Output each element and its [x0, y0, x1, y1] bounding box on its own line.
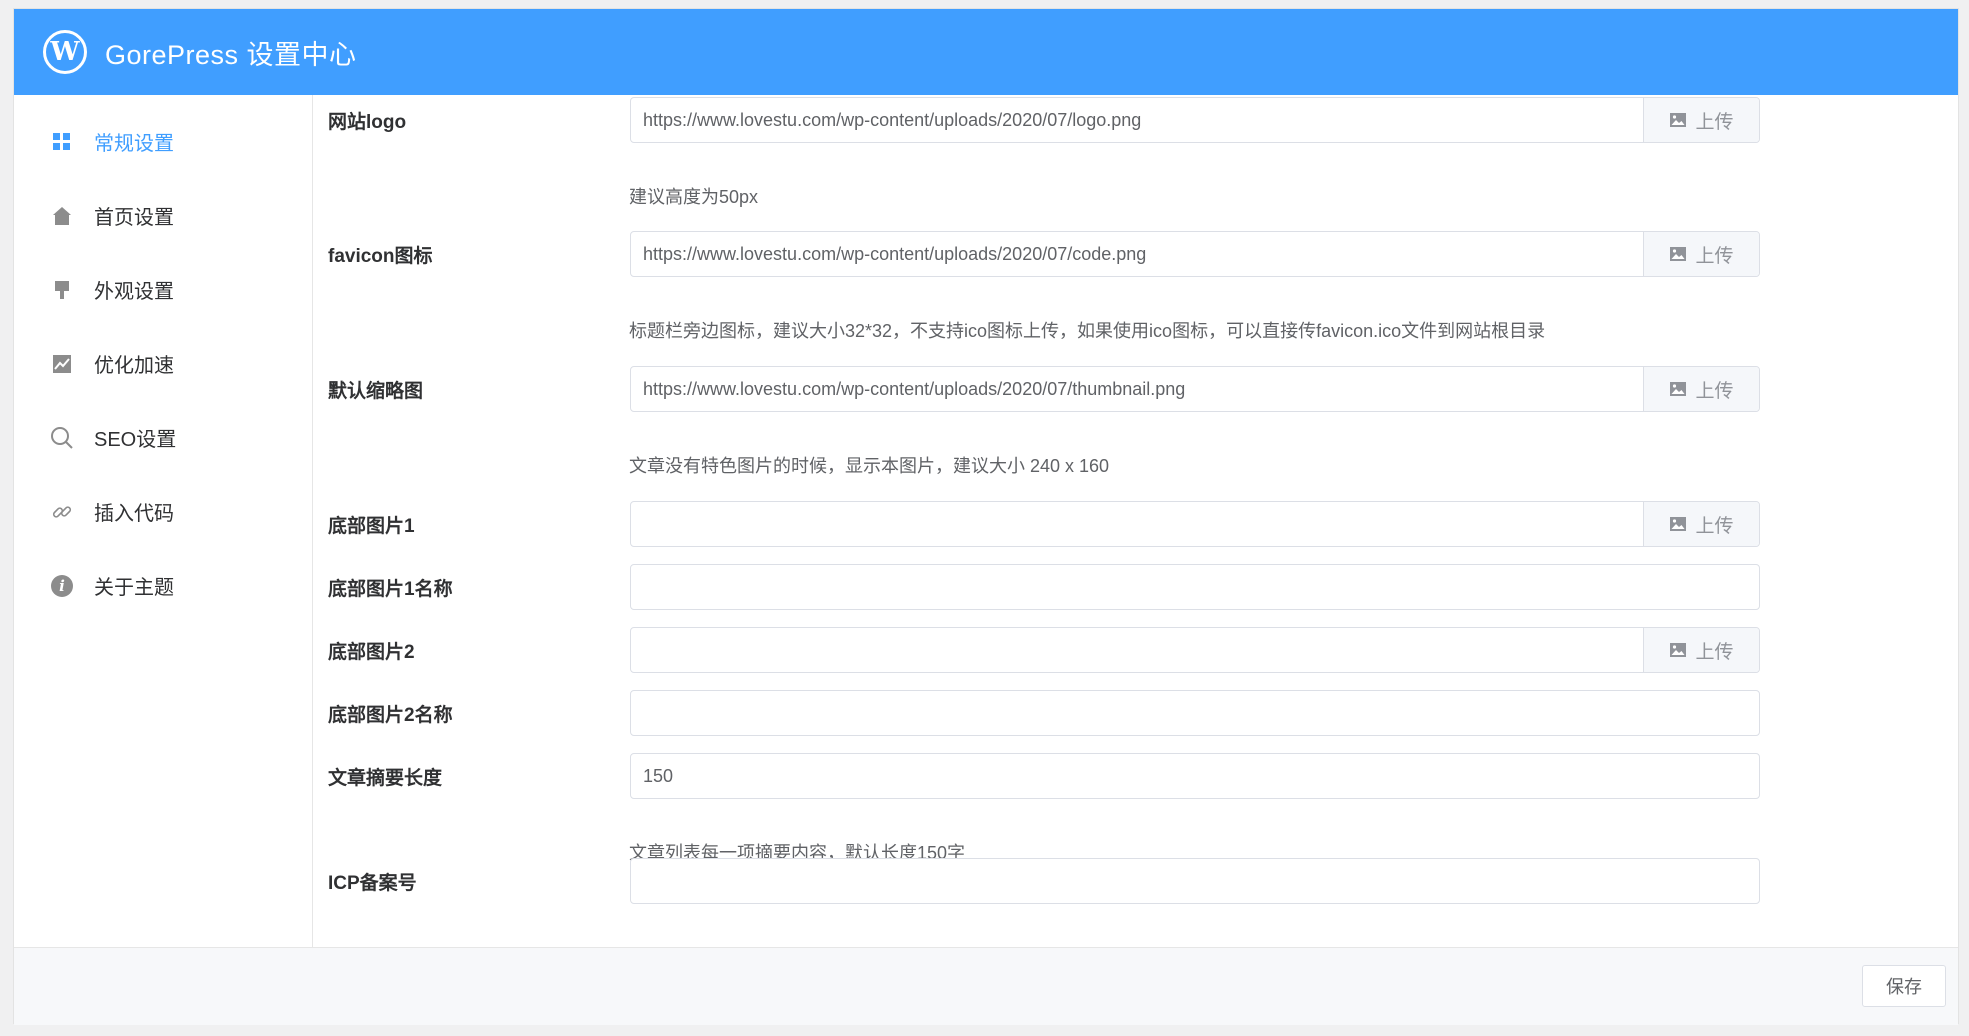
settings-form: 网站logo https://www.lovestu.com/wp-conten…	[313, 95, 1958, 947]
upload-label: 上传	[1695, 245, 1734, 267]
image-icon	[1670, 113, 1687, 127]
thumbnail-upload-button[interactable]: 上传	[1643, 367, 1759, 411]
home-icon	[50, 204, 74, 228]
info-icon: i	[50, 574, 74, 598]
upload-label: 上传	[1695, 380, 1734, 402]
logo-hint: 建议高度为50px	[629, 187, 759, 207]
logo-field[interactable]: https://www.lovestu.com/wp-content/uploa…	[630, 97, 1760, 143]
footer-img2-label: 底部图片2	[328, 642, 415, 663]
footer-img2-field[interactable]: 上传	[630, 627, 1760, 673]
image-icon	[1670, 517, 1687, 531]
image-icon	[1670, 382, 1687, 396]
footer-img2-upload-button[interactable]: 上传	[1643, 628, 1759, 672]
sidebar-item-about[interactable]: i 关于主题	[14, 539, 312, 632]
footer-bar: 保存	[14, 947, 1958, 1025]
icp-label: ICP备案号	[328, 873, 417, 894]
logo-url-input[interactable]: https://www.lovestu.com/wp-content/uploa…	[631, 110, 1643, 131]
thumbnail-label: 默认缩略图	[328, 381, 424, 402]
logo-upload-button[interactable]: 上传	[1643, 98, 1759, 142]
search-icon	[50, 426, 74, 450]
upload-label: 上传	[1695, 641, 1734, 663]
footer-img1-name-label: 底部图片1名称	[328, 579, 453, 600]
sidebar-item-label: 插入代码	[94, 503, 174, 525]
footer-img1-field[interactable]: 上传	[630, 501, 1760, 547]
footer-img1-label: 底部图片1	[328, 516, 415, 537]
sidebar-item-label: SEO设置	[94, 429, 177, 451]
sidebar: 常规设置 首页设置 外观设置 优化加速 SEO设置 插入代码 i 关于主题	[14, 95, 313, 947]
sidebar-item-label: 外观设置	[94, 281, 174, 303]
wordpress-logo-icon: W	[43, 30, 87, 74]
excerpt-length-label: 文章摘要长度	[328, 768, 443, 789]
chart-icon	[50, 352, 74, 376]
thumbnail-field[interactable]: https://www.lovestu.com/wp-content/uploa…	[630, 366, 1760, 412]
settings-window: W GorePress 设置中心 常规设置 首页设置 外观设置 优化加速 SEO…	[13, 8, 1959, 1025]
favicon-field[interactable]: https://www.lovestu.com/wp-content/uploa…	[630, 231, 1760, 277]
sidebar-item-label: 关于主题	[94, 577, 174, 599]
icp-field[interactable]	[630, 858, 1760, 904]
excerpt-length-input[interactable]: 150	[631, 766, 1759, 787]
favicon-hint: 标题栏旁边图标，建议大小32*32，不支持ico图标上传，如果使用ico图标，可…	[629, 321, 1546, 341]
sidebar-item-label: 首页设置	[94, 207, 174, 229]
footer-img1-name-field[interactable]	[630, 564, 1760, 610]
image-icon	[1670, 247, 1687, 261]
footer-img2-name-label: 底部图片2名称	[328, 705, 453, 726]
favicon-upload-button[interactable]: 上传	[1643, 232, 1759, 276]
thumbnail-hint: 文章没有特色图片的时候，显示本图片，建议大小 240 x 160	[629, 456, 1110, 476]
grid-icon	[50, 130, 74, 154]
thumbnail-url-input[interactable]: https://www.lovestu.com/wp-content/uploa…	[631, 379, 1643, 400]
save-button[interactable]: 保存	[1862, 965, 1946, 1007]
favicon-label: favicon图标	[328, 246, 433, 267]
sidebar-item-label: 优化加速	[94, 355, 174, 377]
logo-label: 网站logo	[328, 112, 407, 133]
page-title: GorePress 设置中心	[105, 39, 357, 70]
excerpt-length-field[interactable]: 150	[630, 753, 1760, 799]
footer-img2-name-field[interactable]	[630, 690, 1760, 736]
sidebar-item-label: 常规设置	[94, 133, 174, 155]
upload-label: 上传	[1695, 515, 1734, 537]
upload-label: 上传	[1695, 111, 1734, 133]
svg-text:i: i	[59, 577, 65, 595]
paint-brush-icon	[50, 278, 74, 302]
favicon-url-input[interactable]: https://www.lovestu.com/wp-content/uploa…	[631, 244, 1643, 265]
header-bar: W GorePress 设置中心	[14, 9, 1958, 95]
image-icon	[1670, 643, 1687, 657]
footer-img1-upload-button[interactable]: 上传	[1643, 502, 1759, 546]
link-icon	[50, 500, 74, 524]
